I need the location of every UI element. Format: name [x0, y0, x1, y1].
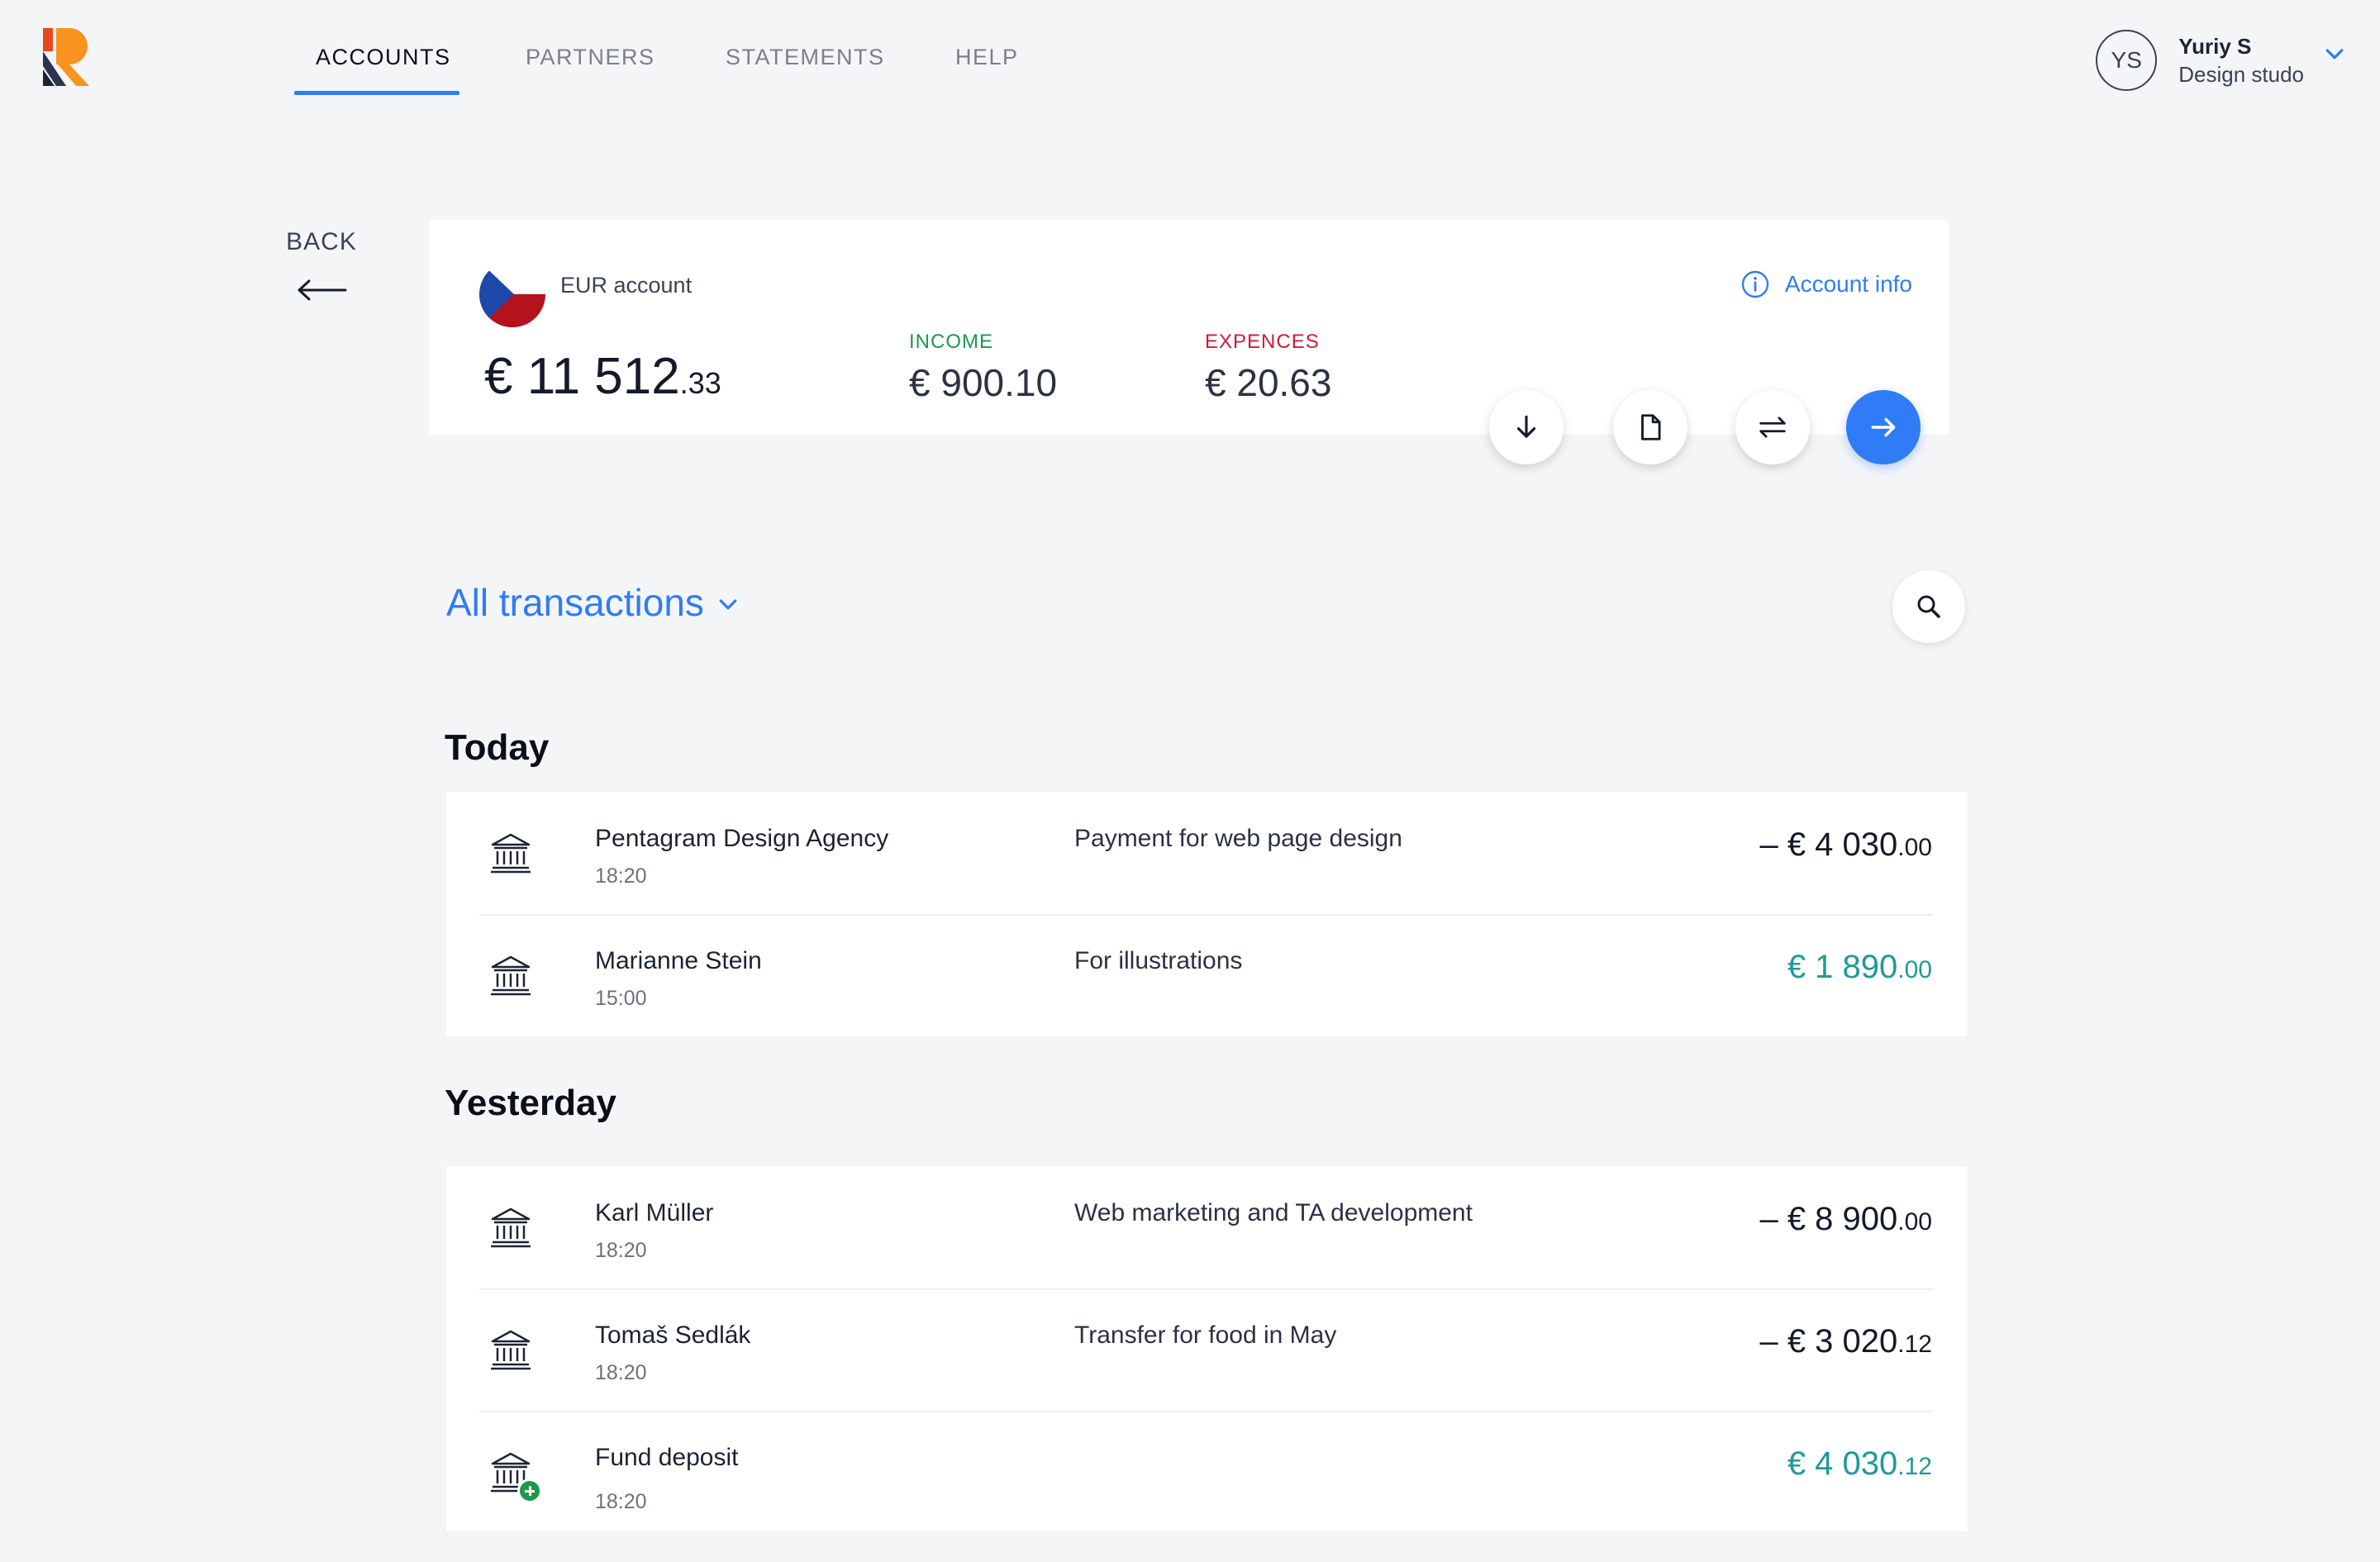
back-button[interactable]: BACK: [284, 228, 359, 302]
user-menu[interactable]: YS Yuriy S Design studo: [2096, 30, 2347, 91]
income-value: € 900.10: [909, 361, 1058, 404]
nav-help[interactable]: HELP: [955, 45, 1019, 70]
user-org: Design studo: [2178, 62, 2304, 87]
account-info-link[interactable]: Account info: [1740, 269, 1912, 299]
user-name: Yuriy S: [2178, 34, 2252, 59]
amount-cents: .12: [1897, 1331, 1932, 1358]
account-name: EUR account: [560, 273, 693, 298]
nav-statements[interactable]: STATEMENTS: [726, 45, 885, 70]
transaction-amount: € 1 890.00: [1787, 949, 1932, 986]
bank-icon: [488, 1326, 534, 1373]
transaction-row[interactable]: Marianne Stein 15:00 For illustrations €…: [446, 914, 1967, 1036]
transaction-amount: – € 4 030.00: [1759, 826, 1932, 864]
amount-cents: .12: [1897, 1453, 1932, 1480]
transaction-row[interactable]: Fund deposit 18:20 € 4 030.12: [446, 1411, 1967, 1531]
account-info-label: Account info: [1784, 271, 1912, 297]
amount-main: € 1 890: [1787, 949, 1898, 985]
document-icon: [1641, 414, 1661, 441]
transaction-name: Marianne Stein: [595, 947, 762, 974]
transaction-time: 18:20: [595, 1361, 647, 1384]
balance-cents: .33: [679, 366, 721, 400]
search-button[interactable]: [1892, 570, 1965, 643]
transaction-row[interactable]: Tomaš Sedlák 18:20 Transfer for food in …: [446, 1288, 1967, 1411]
download-button[interactable]: [1489, 390, 1564, 464]
nav-accounts[interactable]: ACCOUNTS: [316, 45, 451, 70]
chevron-down-icon: [719, 599, 737, 610]
czech-flag-icon: [479, 261, 545, 327]
transaction-time: 18:20: [595, 1490, 647, 1513]
transaction-name: Karl Müller: [595, 1199, 714, 1226]
expense-value: € 20.63: [1205, 361, 1332, 404]
transactions-today: Pentagram Design Agency 18:20 Payment fo…: [446, 792, 1967, 1036]
back-label: BACK: [286, 228, 357, 255]
avatar[interactable]: YS: [2096, 30, 2158, 91]
send-payment-button[interactable]: [1846, 390, 1921, 464]
amount-main: – € 4 030: [1759, 826, 1898, 863]
transaction-description: Transfer for food in May: [1074, 1322, 1337, 1349]
chevron-down-icon[interactable]: [2322, 42, 2347, 67]
amount-cents: .00: [1897, 834, 1932, 861]
download-icon: [1516, 415, 1536, 438]
app-logo[interactable]: [41, 26, 93, 86]
transaction-row[interactable]: Karl Müller 18:20 Web marketing and TA d…: [446, 1166, 1967, 1288]
arrow-left-icon: [298, 279, 347, 301]
transfer-button[interactable]: [1735, 390, 1810, 464]
transaction-amount: – € 3 020.12: [1759, 1323, 1932, 1360]
statement-button[interactable]: [1613, 390, 1687, 464]
amount-main: – € 8 900: [1759, 1201, 1898, 1237]
amount-main: – € 3 020: [1759, 1323, 1898, 1360]
arrow-right-icon: [1871, 417, 1896, 437]
nav-partners[interactable]: PARTNERS: [526, 45, 655, 70]
transaction-amount: € 4 030.12: [1787, 1445, 1932, 1483]
account-card: EUR account € 11 512.33 INCOME € 900.10 …: [430, 220, 1949, 435]
transaction-description: For illustrations: [1074, 947, 1243, 974]
transfer-icon: [1759, 417, 1786, 438]
bank-deposit-icon: [488, 1449, 542, 1503]
filter-label: All transactions: [446, 581, 704, 624]
bank-icon: [488, 830, 534, 876]
transaction-time: 15:00: [595, 987, 647, 1010]
info-icon: [1741, 270, 1769, 298]
transaction-time: 18:20: [595, 864, 647, 888]
user-info: Yuriy S Design studo: [2178, 32, 2304, 88]
group-title-today: Today: [445, 727, 550, 768]
group-title-yesterday: Yesterday: [445, 1083, 616, 1123]
transaction-time: 18:20: [595, 1239, 647, 1262]
bank-icon: [488, 1204, 534, 1250]
transaction-name: Tomaš Sedlák: [595, 1322, 751, 1349]
amount-cents: .00: [1897, 1208, 1932, 1236]
account-balance: € 11 512.33: [484, 347, 721, 406]
transactions-yesterday: Karl Müller 18:20 Web marketing and TA d…: [446, 1166, 1967, 1531]
transaction-row[interactable]: Pentagram Design Agency 18:20 Payment fo…: [446, 792, 1967, 914]
transaction-name: Fund deposit: [595, 1444, 739, 1471]
search-icon: [1917, 595, 1940, 618]
plus-badge-icon: [517, 1479, 542, 1503]
income-label: INCOME: [909, 331, 993, 353]
transaction-description: Payment for web page design: [1074, 825, 1402, 852]
transaction-name: Pentagram Design Agency: [595, 825, 889, 852]
nav-active-indicator: [294, 91, 459, 95]
bank-icon: [488, 952, 534, 998]
amount-main: € 4 030: [1787, 1445, 1898, 1482]
expense-label: EXPENCES: [1205, 331, 1320, 353]
amount-cents: .00: [1897, 956, 1932, 983]
transaction-amount: – € 8 900.00: [1759, 1201, 1932, 1238]
transaction-description: Web marketing and TA development: [1074, 1199, 1473, 1226]
transactions-filter-dropdown[interactable]: All transactions: [446, 580, 740, 625]
balance-main: € 11 512: [484, 348, 680, 405]
